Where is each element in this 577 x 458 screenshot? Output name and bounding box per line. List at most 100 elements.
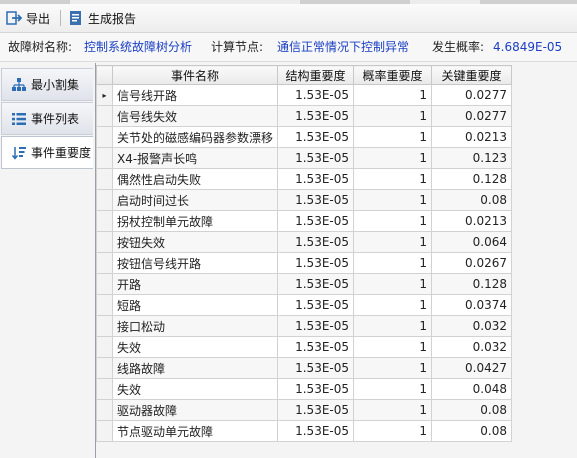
structural-importance-cell[interactable]: 1.53E-05 xyxy=(277,147,355,169)
probability-importance-cell[interactable]: 1 xyxy=(353,147,433,169)
event-name-cell[interactable]: 开路 xyxy=(111,273,279,295)
event-name-cell[interactable]: 拐杖控制单元故障 xyxy=(111,210,279,232)
probability-importance-cell[interactable]: 1 xyxy=(353,189,433,211)
row-indicator[interactable] xyxy=(96,273,113,295)
table-row[interactable]: 信号线失效 1.53E-05 1 0.0277 xyxy=(96,105,513,127)
table-row[interactable]: 拐杖控制单元故障 1.53E-05 1 0.0213 xyxy=(96,210,513,232)
table-row[interactable]: 偶然性启动失败 1.53E-05 1 0.128 xyxy=(96,168,513,190)
column-header-structural-importance[interactable]: 结构重要度 xyxy=(277,65,355,85)
critical-importance-cell[interactable]: 0.032 xyxy=(431,315,513,337)
event-name-cell[interactable]: 驱动器故障 xyxy=(111,399,279,421)
tab-minimal-cut-sets[interactable]: 最小割集 xyxy=(1,68,93,101)
critical-importance-cell[interactable]: 0.128 xyxy=(431,273,513,295)
table-row[interactable]: 开路 1.53E-05 1 0.128 xyxy=(96,273,513,295)
table-row[interactable]: 线路故障 1.53E-05 1 0.0427 xyxy=(96,357,513,379)
event-name-cell[interactable]: 关节处的磁感编码器参数漂移 xyxy=(111,126,279,148)
probability-importance-cell[interactable]: 1 xyxy=(353,420,433,442)
critical-importance-cell[interactable]: 0.0277 xyxy=(431,84,513,106)
event-name-cell[interactable]: 信号线失效 xyxy=(111,105,279,127)
probability-importance-cell[interactable]: 1 xyxy=(353,399,433,421)
critical-importance-cell[interactable]: 0.123 xyxy=(431,147,513,169)
row-indicator[interactable] xyxy=(96,231,113,253)
event-name-cell[interactable]: 按钮信号线开路 xyxy=(111,252,279,274)
structural-importance-cell[interactable]: 1.53E-05 xyxy=(277,84,355,106)
critical-importance-cell[interactable]: 0.0277 xyxy=(431,105,513,127)
critical-importance-cell[interactable]: 0.048 xyxy=(431,378,513,400)
table-row[interactable]: 启动时间过长 1.53E-05 1 0.08 xyxy=(96,189,513,211)
event-name-cell[interactable]: 失效 xyxy=(111,378,279,400)
structural-importance-cell[interactable]: 1.53E-05 xyxy=(277,273,355,295)
event-name-cell[interactable]: 接口松动 xyxy=(111,315,279,337)
critical-importance-cell[interactable]: 0.08 xyxy=(431,189,513,211)
probability-importance-cell[interactable]: 1 xyxy=(353,315,433,337)
event-name-cell[interactable]: X4-报警声长鸣 xyxy=(111,147,279,169)
critical-importance-cell[interactable]: 0.0213 xyxy=(431,126,513,148)
row-indicator[interactable] xyxy=(96,189,113,211)
row-indicator[interactable] xyxy=(96,357,113,379)
structural-importance-cell[interactable]: 1.53E-05 xyxy=(277,231,355,253)
table-row[interactable]: 节点驱动单元故障 1.53E-05 1 0.08 xyxy=(96,420,513,442)
structural-importance-cell[interactable]: 1.53E-05 xyxy=(277,210,355,232)
column-header-event-name[interactable]: 事件名称 xyxy=(111,65,279,85)
probability-importance-cell[interactable]: 1 xyxy=(353,210,433,232)
critical-importance-cell[interactable]: 0.0427 xyxy=(431,357,513,379)
structural-importance-cell[interactable]: 1.53E-05 xyxy=(277,168,355,190)
table-row[interactable]: 接口松动 1.53E-05 1 0.032 xyxy=(96,315,513,337)
row-indicator[interactable] xyxy=(96,399,113,421)
critical-importance-cell[interactable]: 0.0374 xyxy=(431,294,513,316)
structural-importance-cell[interactable]: 1.53E-05 xyxy=(277,336,355,358)
probability-importance-cell[interactable]: 1 xyxy=(353,105,433,127)
export-button[interactable]: 导出 xyxy=(6,7,50,29)
table-row[interactable]: 按钮信号线开路 1.53E-05 1 0.0267 xyxy=(96,252,513,274)
structural-importance-cell[interactable]: 1.53E-05 xyxy=(277,126,355,148)
generate-report-button[interactable]: 生成报告 xyxy=(68,7,136,29)
critical-importance-cell[interactable]: 0.0213 xyxy=(431,210,513,232)
event-name-cell[interactable]: 短路 xyxy=(111,294,279,316)
row-indicator[interactable] xyxy=(96,420,113,442)
row-indicator[interactable] xyxy=(96,336,113,358)
row-indicator[interactable] xyxy=(96,105,113,127)
row-indicator[interactable] xyxy=(96,315,113,337)
column-header-critical-importance[interactable]: 关键重要度 xyxy=(431,65,513,85)
row-indicator[interactable] xyxy=(96,147,113,169)
event-name-cell[interactable]: 启动时间过长 xyxy=(111,189,279,211)
row-indicator[interactable] xyxy=(96,378,113,400)
structural-importance-cell[interactable]: 1.53E-05 xyxy=(277,420,355,442)
probability-importance-cell[interactable]: 1 xyxy=(353,273,433,295)
probability-importance-cell[interactable]: 1 xyxy=(353,252,433,274)
probability-importance-cell[interactable]: 1 xyxy=(353,231,433,253)
event-name-cell[interactable]: 信号线开路 xyxy=(111,84,279,106)
critical-importance-cell[interactable]: 0.128 xyxy=(431,168,513,190)
row-indicator[interactable] xyxy=(96,168,113,190)
critical-importance-cell[interactable]: 0.032 xyxy=(431,336,513,358)
structural-importance-cell[interactable]: 1.53E-05 xyxy=(277,252,355,274)
row-indicator[interactable]: ▸ xyxy=(96,84,113,106)
event-name-cell[interactable]: 偶然性启动失败 xyxy=(111,168,279,190)
table-row[interactable]: 短路 1.53E-05 1 0.0374 xyxy=(96,294,513,316)
event-name-cell[interactable]: 按钮失效 xyxy=(111,231,279,253)
probability-importance-cell[interactable]: 1 xyxy=(353,168,433,190)
structural-importance-cell[interactable]: 1.53E-05 xyxy=(277,315,355,337)
column-header-probability-importance[interactable]: 概率重要度 xyxy=(353,65,433,85)
event-name-cell[interactable]: 失效 xyxy=(111,336,279,358)
structural-importance-cell[interactable]: 1.53E-05 xyxy=(277,105,355,127)
critical-importance-cell[interactable]: 0.08 xyxy=(431,399,513,421)
probability-importance-cell[interactable]: 1 xyxy=(353,357,433,379)
table-row[interactable]: 失效 1.53E-05 1 0.048 xyxy=(96,378,513,400)
critical-importance-cell[interactable]: 0.0267 xyxy=(431,252,513,274)
row-indicator[interactable] xyxy=(96,126,113,148)
structural-importance-cell[interactable]: 1.53E-05 xyxy=(277,294,355,316)
structural-importance-cell[interactable]: 1.53E-05 xyxy=(277,399,355,421)
probability-importance-cell[interactable]: 1 xyxy=(353,294,433,316)
table-row[interactable]: 按钮失效 1.53E-05 1 0.064 xyxy=(96,231,513,253)
table-row[interactable]: 关节处的磁感编码器参数漂移 1.53E-05 1 0.0213 xyxy=(96,126,513,148)
critical-importance-cell[interactable]: 0.08 xyxy=(431,420,513,442)
row-indicator[interactable] xyxy=(96,252,113,274)
row-indicator[interactable] xyxy=(96,294,113,316)
structural-importance-cell[interactable]: 1.53E-05 xyxy=(277,378,355,400)
probability-importance-cell[interactable]: 1 xyxy=(353,336,433,358)
critical-importance-cell[interactable]: 0.064 xyxy=(431,231,513,253)
structural-importance-cell[interactable]: 1.53E-05 xyxy=(277,189,355,211)
probability-importance-cell[interactable]: 1 xyxy=(353,126,433,148)
table-row[interactable]: 驱动器故障 1.53E-05 1 0.08 xyxy=(96,399,513,421)
